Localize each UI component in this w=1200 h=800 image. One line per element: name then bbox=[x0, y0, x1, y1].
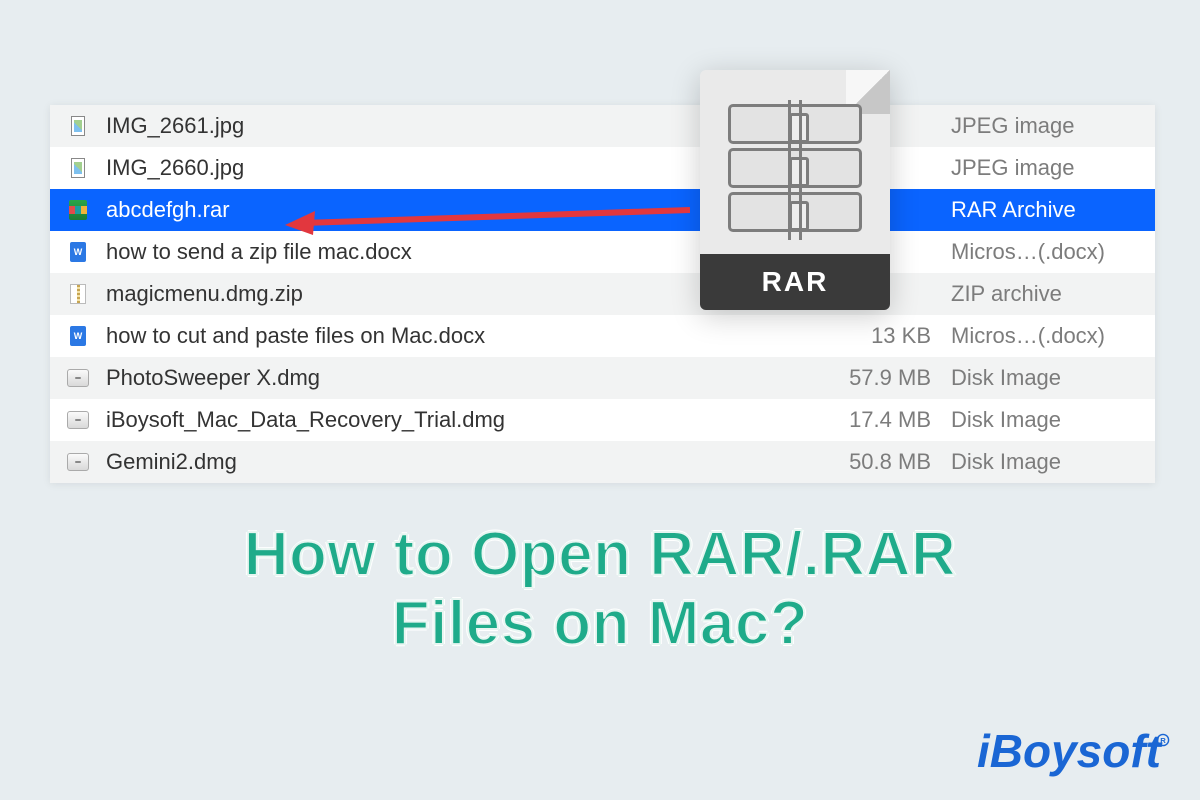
zip-file-icon bbox=[50, 284, 106, 304]
dmg-file-icon bbox=[50, 453, 106, 471]
doc-file-icon bbox=[50, 242, 106, 262]
file-kind: Disk Image bbox=[945, 449, 1155, 475]
file-row[interactable]: magicmenu.dmg.zipZIP archive bbox=[50, 273, 1155, 315]
rar-icon-label: RAR bbox=[700, 254, 890, 310]
file-row[interactable]: IMG_2660.jpgJPEG image bbox=[50, 147, 1155, 189]
file-row[interactable]: IMG_2661.jpgJPEG image bbox=[50, 105, 1155, 147]
rar-icon-paper: RAR bbox=[700, 70, 890, 310]
file-kind: Disk Image bbox=[945, 407, 1155, 433]
file-name: PhotoSweeper X.dmg bbox=[106, 365, 825, 391]
file-size: 13 KB bbox=[825, 323, 945, 349]
file-row[interactable]: PhotoSweeper X.dmg57.9 MBDisk Image bbox=[50, 357, 1155, 399]
brand-logo: iBoysoft R bbox=[977, 724, 1170, 778]
headline-line-2: Files on Mac? bbox=[0, 589, 1200, 658]
doc-file-icon bbox=[50, 326, 106, 346]
file-kind: Micros…(.docx) bbox=[945, 323, 1155, 349]
file-row[interactable]: how to send a zip file mac.docxMicros…(.… bbox=[50, 231, 1155, 273]
jpg-file-icon bbox=[50, 158, 106, 178]
file-name: Gemini2.dmg bbox=[106, 449, 825, 475]
headline-line-1: How to Open RAR/.RAR bbox=[0, 520, 1200, 589]
file-kind: Micros…(.docx) bbox=[945, 239, 1155, 265]
dmg-file-icon bbox=[50, 411, 106, 429]
finder-file-list[interactable]: IMG_2661.jpgJPEG imageIMG_2660.jpgJPEG i… bbox=[50, 105, 1155, 483]
jpg-file-icon bbox=[50, 116, 106, 136]
file-kind: JPEG image bbox=[945, 113, 1155, 139]
file-size: 57.9 MB bbox=[825, 365, 945, 391]
svg-text:R: R bbox=[1160, 736, 1166, 745]
file-row[interactable]: how to cut and paste files on Mac.docx13… bbox=[50, 315, 1155, 357]
brand-registered-icon: R bbox=[1156, 733, 1170, 747]
rar-file-icon bbox=[50, 200, 106, 220]
brand-text: iBoysoft bbox=[977, 724, 1161, 778]
rar-file-icon-large: RAR bbox=[700, 70, 890, 310]
rar-icon-books bbox=[728, 104, 862, 236]
file-kind: Disk Image bbox=[945, 365, 1155, 391]
file-name: iBoysoft_Mac_Data_Recovery_Trial.dmg bbox=[106, 407, 825, 433]
file-row[interactable]: iBoysoft_Mac_Data_Recovery_Trial.dmg17.4… bbox=[50, 399, 1155, 441]
file-row[interactable]: Gemini2.dmg50.8 MBDisk Image bbox=[50, 441, 1155, 483]
file-size: 50.8 MB bbox=[825, 449, 945, 475]
file-name: how to cut and paste files on Mac.docx bbox=[106, 323, 825, 349]
dmg-file-icon bbox=[50, 369, 106, 387]
file-row[interactable]: abcdefgh.rarRAR Archive bbox=[50, 189, 1155, 231]
article-title: How to Open RAR/.RAR Files on Mac? bbox=[0, 520, 1200, 659]
file-kind: ZIP archive bbox=[945, 281, 1155, 307]
file-size: 17.4 MB bbox=[825, 407, 945, 433]
file-kind: JPEG image bbox=[945, 155, 1155, 181]
file-kind: RAR Archive bbox=[945, 197, 1155, 223]
